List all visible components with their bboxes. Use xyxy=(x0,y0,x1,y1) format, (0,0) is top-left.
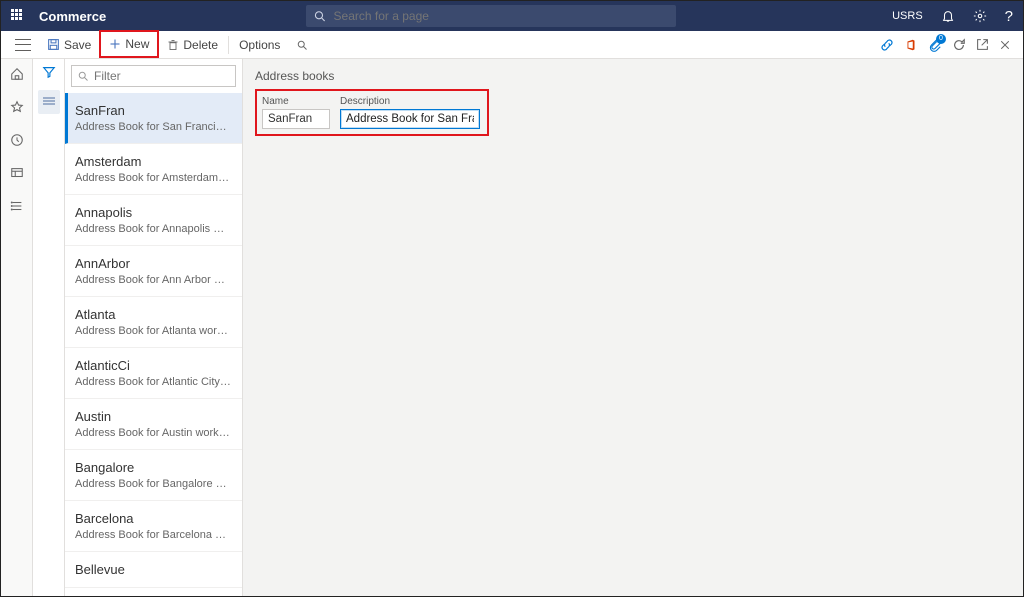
command-bar: Save New Delete Options 0 xyxy=(1,31,1023,59)
bell-icon[interactable] xyxy=(941,9,955,23)
attachment-count: 0 xyxy=(936,34,946,44)
menu-icon[interactable] xyxy=(15,39,31,51)
find-icon xyxy=(296,39,308,51)
description-field: Description xyxy=(340,96,480,129)
list-item-sub: Address Book for San Francisco store wor… xyxy=(75,121,232,133)
gear-icon[interactable] xyxy=(973,9,987,23)
list-scroll[interactable]: SanFran Address Book for San Francisco st… xyxy=(65,93,242,596)
save-button[interactable]: Save xyxy=(39,32,99,58)
home-icon[interactable] xyxy=(10,67,24,84)
save-icon xyxy=(47,38,60,51)
list-item-sub: Address Book for Atlanta workers xyxy=(75,325,232,337)
list-item[interactable]: Bangalore Address Book for Bangalore work… xyxy=(65,450,242,501)
name-field: Name xyxy=(262,96,330,129)
list-item-title: Amsterdam xyxy=(75,154,232,169)
star-icon[interactable] xyxy=(10,100,24,117)
list-item[interactable]: Amsterdam Address Book for Amsterdam work… xyxy=(65,144,242,195)
app-launcher-icon[interactable] xyxy=(11,9,25,23)
filter-icon[interactable] xyxy=(42,65,56,82)
command-bar-right: 0 xyxy=(880,38,1017,52)
find-button[interactable] xyxy=(288,32,316,58)
brand-label: Commerce xyxy=(39,9,106,24)
list-item[interactable]: Barcelona Address Book for Barcelona work… xyxy=(65,501,242,552)
list-item-title: AtlanticCi xyxy=(75,358,232,373)
topbar: Commerce USRS ? xyxy=(1,1,1023,31)
list-item-sub: Address Book for Barcelona workers xyxy=(75,529,232,541)
list-item-sub: Address Book for Amsterdam workers xyxy=(75,172,232,184)
main-area: SanFran Address Book for San Francisco st… xyxy=(1,59,1023,596)
new-label: New xyxy=(125,37,149,51)
plus-icon xyxy=(109,38,121,50)
popout-icon[interactable] xyxy=(976,38,989,51)
list-panel: SanFran Address Book for San Francisco st… xyxy=(65,59,243,596)
list-item-sub: Address Book for Austin workers xyxy=(75,427,232,439)
list-item[interactable]: AtlanticCi Address Book for Atlantic City… xyxy=(65,348,242,399)
list-item-title: Bellevue xyxy=(75,562,232,577)
description-label: Description xyxy=(340,96,480,107)
nav-toggle-col xyxy=(33,59,65,596)
new-button[interactable]: New xyxy=(99,30,159,58)
filter-search-icon xyxy=(77,70,89,82)
link-icon[interactable] xyxy=(880,38,894,52)
recent-icon[interactable] xyxy=(10,133,24,150)
list-filter-input[interactable] xyxy=(71,65,236,87)
trash-icon xyxy=(167,39,179,51)
attachment-icon[interactable]: 0 xyxy=(928,38,942,52)
list-item-title: Atlanta xyxy=(75,307,232,322)
global-search[interactable] xyxy=(306,5,676,27)
workspace-icon[interactable] xyxy=(10,166,24,183)
separator xyxy=(228,36,229,54)
user-label[interactable]: USRS xyxy=(892,10,923,22)
options-label: Options xyxy=(239,38,280,52)
left-rail xyxy=(1,59,33,596)
form-highlight: Name Description xyxy=(255,89,489,136)
list-item-title: Barcelona xyxy=(75,511,232,526)
detail-panel: Address books Name Description xyxy=(243,59,1023,596)
description-input[interactable] xyxy=(340,109,480,129)
delete-button[interactable]: Delete xyxy=(159,32,226,58)
list-item-title: SanFran xyxy=(75,103,232,118)
list-item-title: Annapolis xyxy=(75,205,232,220)
list-item-title: Austin xyxy=(75,409,232,424)
name-input[interactable] xyxy=(262,109,330,129)
detail-heading: Address books xyxy=(255,69,1011,83)
list-item-title: Bangalore xyxy=(75,460,232,475)
global-search-input[interactable] xyxy=(334,9,669,23)
name-label: Name xyxy=(262,96,330,107)
list-item-sub: Address Book for Ann Arbor workers xyxy=(75,274,232,286)
close-icon[interactable] xyxy=(999,39,1011,51)
list-item-sub: Address Book for Annapolis workers xyxy=(75,223,232,235)
list-item-sub: Address Book for Bangalore workers xyxy=(75,478,232,490)
list-view-icon[interactable] xyxy=(38,90,60,114)
options-button[interactable]: Options xyxy=(231,32,288,58)
list-item[interactable]: Bellevue xyxy=(65,552,242,588)
list-item-sub: Address Book for Atlantic City workers xyxy=(75,376,232,388)
list-item[interactable]: Annapolis Address Book for Annapolis work… xyxy=(65,195,242,246)
save-label: Save xyxy=(64,38,91,52)
list-item[interactable]: AnnArbor Address Book for Ann Arbor worke… xyxy=(65,246,242,297)
search-icon xyxy=(314,10,325,22)
help-icon[interactable]: ? xyxy=(1005,8,1013,25)
modules-icon[interactable] xyxy=(10,199,24,216)
list-item[interactable]: Austin Address Book for Austin workers xyxy=(65,399,242,450)
refresh-icon[interactable] xyxy=(952,38,966,52)
office-icon[interactable] xyxy=(904,38,918,52)
delete-label: Delete xyxy=(183,38,218,52)
list-item[interactable]: SanFran Address Book for San Francisco st… xyxy=(65,93,242,144)
list-item-title: AnnArbor xyxy=(75,256,232,271)
list-item[interactable]: Atlanta Address Book for Atlanta workers xyxy=(65,297,242,348)
